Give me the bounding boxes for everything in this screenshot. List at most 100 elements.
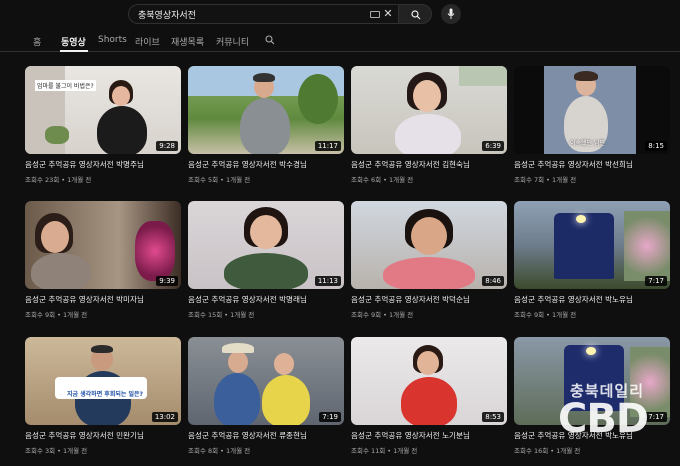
view-count: 조회수 9회 [25,311,56,319]
upload-age: 1개월 전 [551,176,577,184]
video-card[interactable]: 지금 생각하면 후회되는 일은? 13:02 음성군 추억공유 영상자서전 민완… [25,337,181,459]
video-card[interactable]: 8:46 음성군 추억공유 영상자서전 박덕순님 조회수 9회 • 1개월 전 [351,201,507,323]
clear-icon[interactable]: ✕ [382,7,394,21]
thumbnail-caption: 이속했던 남편 [570,140,606,147]
duration-badge: 11:13 [314,276,341,286]
video-thumbnail[interactable]: 8:53 [351,337,507,425]
duration-badge: 9:39 [156,276,178,286]
video-thumbnail[interactable]: 이속했던 남편 8:15 [514,66,670,154]
video-meta: 조회수 11회 • 1개월 전 [351,447,418,455]
view-count: 조회수 3회 [25,447,56,455]
view-count: 조회수 23회 [25,176,60,184]
upload-age: 1개월 전 [551,311,577,319]
video-meta: 조회수 23회 • 1개월 전 [25,176,92,184]
voice-search-button[interactable] [441,4,461,24]
watermark-logo: CBD [558,396,649,442]
view-count: 조회수 15회 [188,311,223,319]
duration-badge: 11:17 [314,141,341,151]
video-title[interactable]: 음성군 추억공유 영상자서전 김현숙님 [351,159,511,170]
video-thumbnail[interactable]: 6:39 [351,66,507,154]
video-card[interactable]: 7:17 음성군 추억공유 영상자서전 박노유님 조회수 9회 • 1개월 전 [514,201,670,323]
video-thumbnail[interactable]: 7:17 [514,201,670,289]
duration-badge: 6:39 [482,141,504,151]
upload-age: 1개월 전 [230,311,255,319]
video-title[interactable]: 음성군 추억공유 영상자서전 박선희님 [514,159,674,170]
upload-age: 1개월 전 [388,176,414,184]
video-card[interactable]: 엄마를 불그이 비법은? 9:28 음성군 추억공유 영상자서전 박명주님 조회… [25,66,181,188]
video-title[interactable]: 음성군 추억공유 영상자서전 류종현님 [188,430,348,441]
duration-badge: 9:28 [156,141,178,151]
tab-search-icon[interactable] [265,35,275,45]
video-title[interactable]: 음성군 추억공유 영상자서전 박덕순님 [351,294,511,305]
view-count: 조회수 16회 [514,447,549,455]
video-title[interactable]: 음성군 추억공유 영상자서전 민완기님 [25,430,185,441]
video-thumbnail[interactable]: 11:17 [188,66,344,154]
video-meta: 조회수 9회 • 1개월 전 [25,311,88,319]
video-meta: 조회수 3회 • 1개월 전 [25,447,88,455]
video-title[interactable]: 음성군 추억공유 영상자서전 노기분님 [351,430,511,441]
upload-age: 1개월 전 [67,176,92,184]
thumbnail-caption: 엄마를 불그이 비법은? [35,80,96,91]
tab-videos[interactable]: 동영상 [61,35,86,48]
duration-badge: 8:15 [645,141,667,151]
upload-age: 1개월 전 [62,447,88,455]
video-meta: 조회수 9회 • 1개월 전 [514,311,577,319]
channel-tabs: 홈 동영상 Shorts 라이브 재생목록 커뮤니티 [0,30,680,52]
video-card[interactable]: 11:17 음성군 추억공유 영상자서전 박수경님 조회수 5회 • 1개월 전 [188,66,344,188]
video-thumbnail[interactable]: 8:46 [351,201,507,289]
video-thumbnail[interactable]: 11:13 [188,201,344,289]
search-input[interactable]: 충북영상자서전 ✕ [128,4,398,24]
duration-badge: 8:46 [482,276,504,286]
tab-playlists[interactable]: 재생목록 [171,35,204,48]
mic-icon [447,8,455,19]
view-count: 조회수 9회 [351,311,382,319]
video-thumbnail[interactable]: 7:19 [188,337,344,425]
duration-badge: 8:53 [482,412,504,422]
video-card[interactable]: 8:53 음성군 추억공유 영상자서전 노기분님 조회수 11회 • 1개월 전 [351,337,507,459]
tab-shorts[interactable]: Shorts [98,35,127,45]
video-meta: 조회수 16회 • 1개월 전 [514,447,581,455]
view-count: 조회수 9회 [514,311,545,319]
video-card[interactable]: 6:39 음성군 추억공유 영상자서전 김현숙님 조회수 6회 • 1개월 전 [351,66,507,188]
duration-badge: 7:17 [645,276,667,286]
upload-age: 1개월 전 [225,447,251,455]
video-meta: 조회수 5회 • 1개월 전 [188,176,251,184]
duration-badge: 7:19 [319,412,341,422]
video-meta: 조회수 7회 • 1개월 전 [514,176,577,184]
video-thumbnail[interactable]: 엄마를 불그이 비법은? 9:28 [25,66,181,154]
search-query[interactable]: 충북영상자서전 [138,8,196,21]
video-title[interactable]: 음성군 추억공유 영상자서전 박수경님 [188,159,348,170]
video-title[interactable]: 음성군 추억공유 영상자서전 박노유님 [514,294,674,305]
upload-age: 1개월 전 [62,311,88,319]
video-card[interactable]: 9:39 음성군 추억공유 영상자서전 박미자님 조회수 9회 • 1개월 전 [25,201,181,323]
video-title[interactable]: 음성군 추억공유 영상자서전 박명래님 [188,294,348,305]
video-thumbnail[interactable]: 지금 생각하면 후회되는 일은? 13:02 [25,337,181,425]
video-meta: 조회수 6회 • 1개월 전 [351,176,414,184]
video-card[interactable]: 11:13 음성군 추억공유 영상자서전 박명래님 조회수 15회 • 1개월 전 [188,201,344,323]
video-card[interactable]: 이속했던 남편 8:15 음성군 추억공유 영상자서전 박선희님 조회수 7회 •… [514,66,670,188]
thumbnail-caption: 지금 생각하면 후회되는 일은? [67,391,143,398]
view-count: 조회수 8회 [188,447,219,455]
tab-home[interactable]: 홈 [33,35,41,48]
upload-age: 1개월 전 [388,311,414,319]
video-title[interactable]: 음성군 추억공유 영상자서전 박미자님 [25,294,185,305]
view-count: 조회수 7회 [514,176,545,184]
upload-age: 1개월 전 [225,176,251,184]
video-title[interactable]: 음성군 추억공유 영상자서전 박명주님 [25,159,185,170]
duration-badge: 13:02 [151,412,178,422]
video-card[interactable]: 7:19 음성군 추억공유 영상자서전 류종현님 조회수 8회 • 1개월 전 [188,337,344,459]
top-bar: 충북영상자서전 ✕ [0,0,680,30]
view-count: 조회수 5회 [188,176,219,184]
upload-age: 1개월 전 [393,447,418,455]
video-thumbnail[interactable]: 9:39 [25,201,181,289]
upload-age: 1개월 전 [556,447,581,455]
keyboard-icon[interactable] [370,11,380,18]
view-count: 조회수 6회 [351,176,382,184]
tab-community[interactable]: 커뮤니티 [216,35,249,48]
search-button[interactable] [398,4,432,24]
search-icon [411,10,421,20]
video-meta: 조회수 8회 • 1개월 전 [188,447,251,455]
video-meta: 조회수 15회 • 1개월 전 [188,311,255,319]
tab-live[interactable]: 라이브 [135,35,160,48]
view-count: 조회수 11회 [351,447,386,455]
